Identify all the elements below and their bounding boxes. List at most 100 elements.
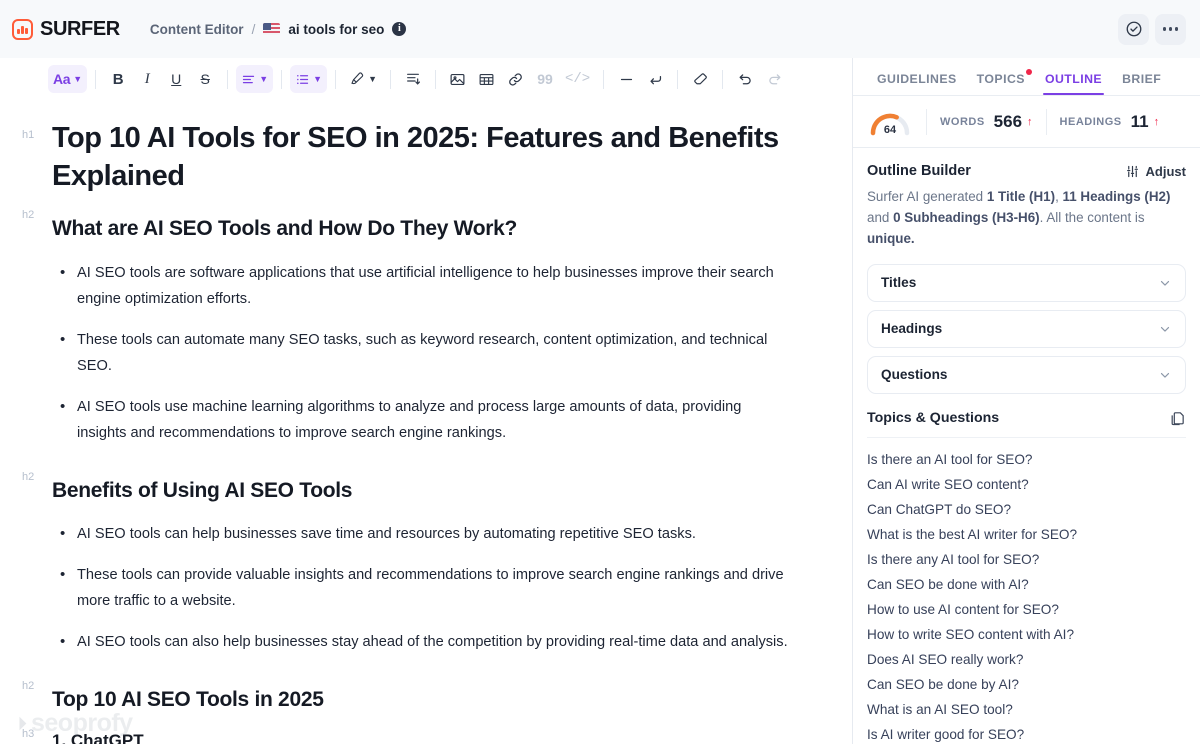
document-block: h2 Benefits of Using AI SEO Tools [22,461,792,511]
accordion-titles[interactable]: Titles [867,263,1186,302]
surfer-logo-icon [12,18,33,40]
block-tag-label: h3 [22,727,35,740]
document-scroll-area[interactable]: h1 Top 10 AI Tools for SEO in 2025: Feat… [0,100,852,744]
accordion-headings[interactable]: Headings [867,309,1186,348]
toolbar-divider [603,69,605,89]
section-heading[interactable]: What are AI SEO Tools and How Do They Wo… [52,215,792,243]
top-bar: SURFER Content Editor / ai tools for seo… [0,0,1200,58]
underline-label: U [171,71,182,87]
list-item[interactable]: Can SEO be done by AI? [867,672,1186,697]
headings-metric: HEADINGS 11 ↑ [1060,112,1160,132]
desc-part: unique. [867,231,915,247]
return-arrow-icon [650,75,661,84]
list-item[interactable]: Is there any AI tool for SEO? [867,547,1186,572]
accordion-questions[interactable]: Questions [867,355,1186,394]
table-icon [480,73,494,85]
redo-button[interactable] [760,65,788,93]
horizontal-rule-icon [620,78,632,80]
list-item[interactable]: These tools can provide valuable insight… [52,561,792,615]
align-dropdown[interactable]: ▼ [236,65,274,93]
list-item[interactable]: AI SEO tools can help businesses save ti… [52,520,792,548]
topics-questions-header: Topics & Questions [867,410,1186,427]
list-dropdown[interactable]: ▼ [290,65,328,93]
strikethrough-label: S [200,71,210,87]
document-block: h3 1. ChatGPT [22,720,792,744]
highlight-dropdown[interactable]: ▼ [344,65,382,93]
section-heading[interactable]: Benefits of Using AI SEO Tools [52,477,792,505]
main-split: Aa ▼ B I U S ▼ ▼ ▼ 99 </> h1 Top 10 AI T… [0,58,1200,744]
content-score-gauge: 64 [867,107,913,137]
bold-label: B [112,70,124,88]
indent-button[interactable] [399,65,427,93]
list-item[interactable]: AI SEO tools can also help businesses st… [52,628,792,656]
info-icon[interactable]: i [392,22,407,36]
breadcrumb-content-editor[interactable]: Content Editor [150,22,244,37]
table-button[interactable] [473,65,501,93]
list-item[interactable]: How to write SEO content with AI? [867,622,1186,647]
quote-button[interactable]: 99 [531,65,559,93]
toolbar-divider [95,69,97,89]
adjust-label: Adjust [1145,163,1186,179]
tab-outline[interactable]: OUTLINE [1035,72,1112,95]
list-item[interactable]: Does AI SEO really work? [867,647,1186,672]
line-break-button[interactable] [641,65,669,93]
tab-label: GUIDELINES [877,72,957,86]
bullet-list[interactable]: AI SEO tools are software applications t… [52,259,792,447]
section-heading[interactable]: Top 10 AI SEO Tools in 2025 [52,686,792,714]
list-item[interactable]: How to use AI content for SEO? [867,597,1186,622]
undo-button[interactable] [731,65,759,93]
toolbar-divider [227,69,229,89]
clear-format-button[interactable] [686,65,714,93]
italic-button[interactable]: I [133,65,161,93]
subsection-heading[interactable]: 1. ChatGPT [52,730,792,744]
words-value: 566 [993,111,1023,131]
document-body[interactable]: h1 Top 10 AI Tools for SEO in 2025: Feat… [0,100,852,744]
document-block: AI SEO tools can help businesses save ti… [22,511,792,669]
list-item[interactable]: Can ChatGPT do SEO? [867,497,1186,522]
list-item[interactable]: Is there an AI tool for SEO? [867,447,1186,472]
list-item[interactable]: AI SEO tools are software applications t… [52,259,792,313]
adjust-button[interactable]: Adjust [1125,164,1186,179]
link-button[interactable] [502,65,530,93]
sliders-icon [1126,165,1138,177]
underline-button[interactable]: U [162,65,190,93]
list-item[interactable]: What is the best AI writer for SEO? [867,522,1186,547]
block-tag-label: h1 [22,129,35,141]
panel-content[interactable]: Outline Builder Adjust Surfer AI generat… [853,148,1200,744]
horizontal-rule-button[interactable] [612,65,640,93]
undo-icon [739,73,751,84]
toolbar-divider [389,69,391,89]
right-panel: GUIDELINES TOPICS OUTLINE BRIEF 64 WORDS… [853,58,1200,744]
metrics-bar: 64 WORDS 566 ↑ HEADINGS 11 ↑ [853,96,1200,148]
bullet-list[interactable]: AI SEO tools can help businesses save ti… [52,520,792,656]
list-item[interactable]: AI SEO tools use machine learning algori… [52,393,792,447]
words-label: WORDS [940,115,985,128]
list-item[interactable]: Can SEO be done with AI? [867,572,1186,597]
more-options-button[interactable] [1155,13,1186,45]
page-title[interactable]: Top 10 AI Tools for SEO in 2025: Feature… [52,120,792,195]
words-trend-icon: ↑ [1027,115,1033,128]
copy-icon [1171,411,1184,425]
bold-button[interactable]: B [104,65,132,93]
outline-description: Surfer AI generated 1 Title (H1), 11 Hea… [867,186,1186,250]
image-button[interactable] [444,65,472,93]
tab-brief[interactable]: BRIEF [1112,72,1171,95]
breadcrumb-keyword[interactable]: ai tools for seo [288,22,384,37]
list-item[interactable]: Can AI write SEO content? [867,472,1186,497]
tab-guidelines[interactable]: GUIDELINES [867,72,967,95]
copy-button[interactable] [1169,410,1186,427]
list-item[interactable]: These tools can automate many SEO tasks,… [52,326,792,380]
list-item[interactable]: What is an AI SEO tool? [867,697,1186,722]
strikethrough-button[interactable]: S [191,65,219,93]
list-item[interactable]: Is AI writer good for SEO? [867,722,1186,744]
topics-questions-title: Topics & Questions [867,410,1000,427]
bullet-list-icon [297,74,309,84]
check-circle-button[interactable] [1118,13,1149,45]
tab-topics[interactable]: TOPICS [967,69,1035,95]
code-button[interactable]: </> [560,65,595,93]
check-circle-icon [1126,21,1141,37]
desc-part: Surfer AI generated [867,189,987,204]
font-size-dropdown[interactable]: Aa ▼ [48,65,88,93]
redo-icon [769,73,781,84]
brand-logo[interactable]: SURFER [12,18,120,41]
